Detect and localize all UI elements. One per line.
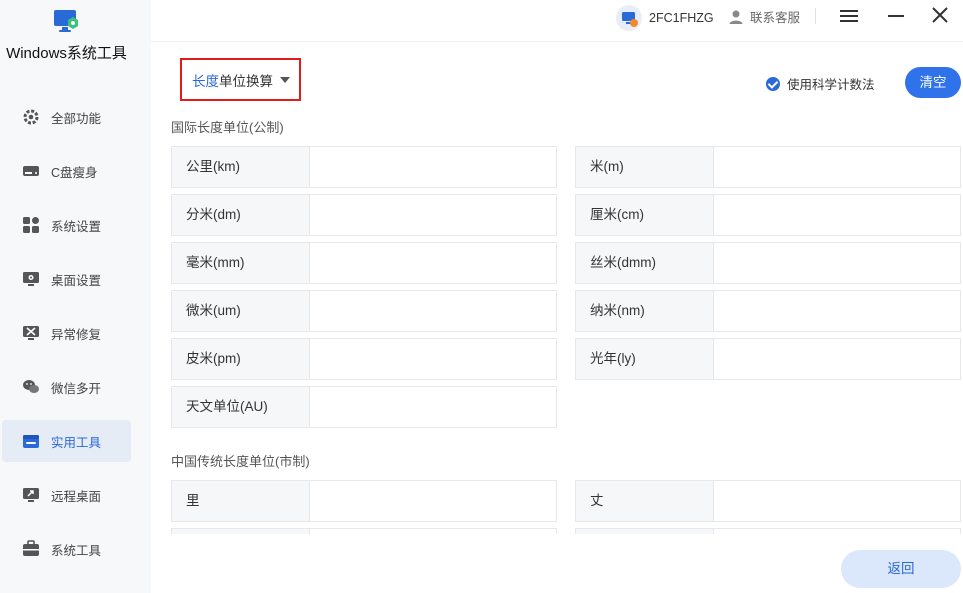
sidebar-item-label: 全部功能 xyxy=(51,111,102,126)
sidebar-item-label: 远程桌面 xyxy=(51,489,102,504)
sidebar-item-label: 桌面设置 xyxy=(51,273,102,288)
unit-label: 丝米(dmm) xyxy=(576,243,714,283)
sidebar-item-practical-tools[interactable]: 实用工具 xyxy=(2,420,131,462)
grid-icon xyxy=(23,217,39,233)
sidebar-item-desktop-settings[interactable]: 桌面设置 xyxy=(2,258,131,300)
contact-support-link[interactable]: 联系客服 xyxy=(728,7,800,26)
sidebar-item-c-drive-cleanup[interactable]: C盘瘦身 xyxy=(2,150,131,192)
unit-label: 米(m) xyxy=(576,147,714,187)
unit-input-li[interactable] xyxy=(310,481,556,521)
metric-section-title: 国际长度单位(公制) xyxy=(171,120,284,135)
converter-content: 国际长度单位(公制) 公里(km) 米(m) 分米(dm) 厘米(cm) 毫米(… xyxy=(151,42,963,534)
footer: 返回 xyxy=(151,534,963,593)
unit-label: 丈 xyxy=(576,481,714,521)
unit-input-m[interactable] xyxy=(714,147,960,187)
chinese-section-title: 中国传统长度单位(市制) xyxy=(171,454,310,469)
sidebar-item-remote-desktop[interactable]: 远程桌面 xyxy=(2,474,131,516)
unit-label: 公里(km) xyxy=(172,147,310,187)
unit-label: 分米(dm) xyxy=(172,195,310,235)
user-icon xyxy=(729,10,743,24)
unit-row-mm: 毫米(mm) xyxy=(171,242,557,284)
device-name: 2FC1FHZG xyxy=(649,11,714,25)
unit-row-cm: 厘米(cm) xyxy=(575,194,961,236)
sidebar-item-label: 系统工具 xyxy=(51,543,102,558)
minimize-icon[interactable] xyxy=(884,6,908,26)
unit-row-au: 天文单位(AU) xyxy=(171,386,557,428)
unit-input-pm[interactable] xyxy=(310,339,556,379)
sidebar-item-label: C盘瘦身 xyxy=(51,165,98,180)
unit-input-zhang[interactable] xyxy=(714,481,960,521)
unit-label: 天文单位(AU) xyxy=(172,387,310,427)
sidebar-item-label: 微信多开 xyxy=(51,381,102,396)
gear-icon xyxy=(23,109,39,125)
unit-input-nm[interactable] xyxy=(714,291,960,331)
remote-desktop-icon xyxy=(23,488,39,502)
wechat-icon xyxy=(23,380,39,393)
unit-input-um[interactable] xyxy=(310,291,556,331)
sidebar-item-label: 异常修复 xyxy=(51,327,102,342)
close-icon[interactable] xyxy=(928,6,952,26)
sidebar-item-all-functions[interactable]: 全部功能 xyxy=(2,96,131,138)
unit-label: 光年(ly) xyxy=(576,339,714,379)
unit-input-mm[interactable] xyxy=(310,243,556,283)
back-button[interactable]: 返回 xyxy=(841,550,961,588)
unit-row-zhang: 丈 xyxy=(575,480,961,522)
app-logo-icon xyxy=(54,10,78,32)
sidebar-item-repair[interactable]: 异常修复 xyxy=(2,312,131,354)
unit-label: 皮米(pm) xyxy=(172,339,310,379)
unit-row-km: 公里(km) xyxy=(171,146,557,188)
unit-input-dm[interactable] xyxy=(310,195,556,235)
unit-input-cm[interactable] xyxy=(714,195,960,235)
unit-label: 里 xyxy=(172,481,310,521)
unit-row-ly: 光年(ly) xyxy=(575,338,961,380)
monitor-gear-icon xyxy=(23,272,39,286)
unit-label: 毫米(mm) xyxy=(172,243,310,283)
sidebar-item-system-settings[interactable]: 系统设置 xyxy=(2,204,131,246)
briefcase-icon xyxy=(23,540,39,556)
unit-input-km[interactable] xyxy=(310,147,556,187)
drive-icon xyxy=(23,166,39,176)
repair-icon xyxy=(23,326,39,340)
title-bar: 2FC1FHZG 联系客服 xyxy=(151,0,963,42)
sidebar-item-label: 系统设置 xyxy=(51,219,102,234)
sidebar: Windows系统工具 全部功能 C盘瘦身 系统设置 桌面设置 异常修复 微信多… xyxy=(0,0,151,593)
unit-label: 微米(um) xyxy=(172,291,310,331)
unit-row-dmm: 丝米(dmm) xyxy=(575,242,961,284)
unit-row-m: 米(m) xyxy=(575,146,961,188)
app-title: Windows系统工具 xyxy=(6,45,127,62)
unit-label: 厘米(cm) xyxy=(576,195,714,235)
unit-row-um: 微米(um) xyxy=(171,290,557,332)
unit-label: 纳米(nm) xyxy=(576,291,714,331)
sidebar-item-system-tools[interactable]: 系统工具 xyxy=(2,528,131,570)
contact-support-label: 联系客服 xyxy=(750,11,801,25)
unit-row-nm: 纳米(nm) xyxy=(575,290,961,332)
unit-row-pm: 皮米(pm) xyxy=(171,338,557,380)
menu-icon[interactable] xyxy=(837,6,861,26)
device-info[interactable]: 2FC1FHZG xyxy=(616,5,714,31)
device-icon xyxy=(616,5,642,31)
app-logo-area: Windows系统工具 xyxy=(0,0,151,80)
sidebar-item-wechat-multi[interactable]: 微信多开 xyxy=(2,366,131,408)
unit-input-dmm[interactable] xyxy=(714,243,960,283)
titlebar-divider xyxy=(815,8,816,24)
unit-row-li: 里 xyxy=(171,480,557,522)
unit-input-au[interactable] xyxy=(310,387,556,427)
unit-input-ly[interactable] xyxy=(714,339,960,379)
sidebar-item-label: 实用工具 xyxy=(51,435,102,450)
toolbox-icon xyxy=(23,435,39,448)
unit-row-dm: 分米(dm) xyxy=(171,194,557,236)
